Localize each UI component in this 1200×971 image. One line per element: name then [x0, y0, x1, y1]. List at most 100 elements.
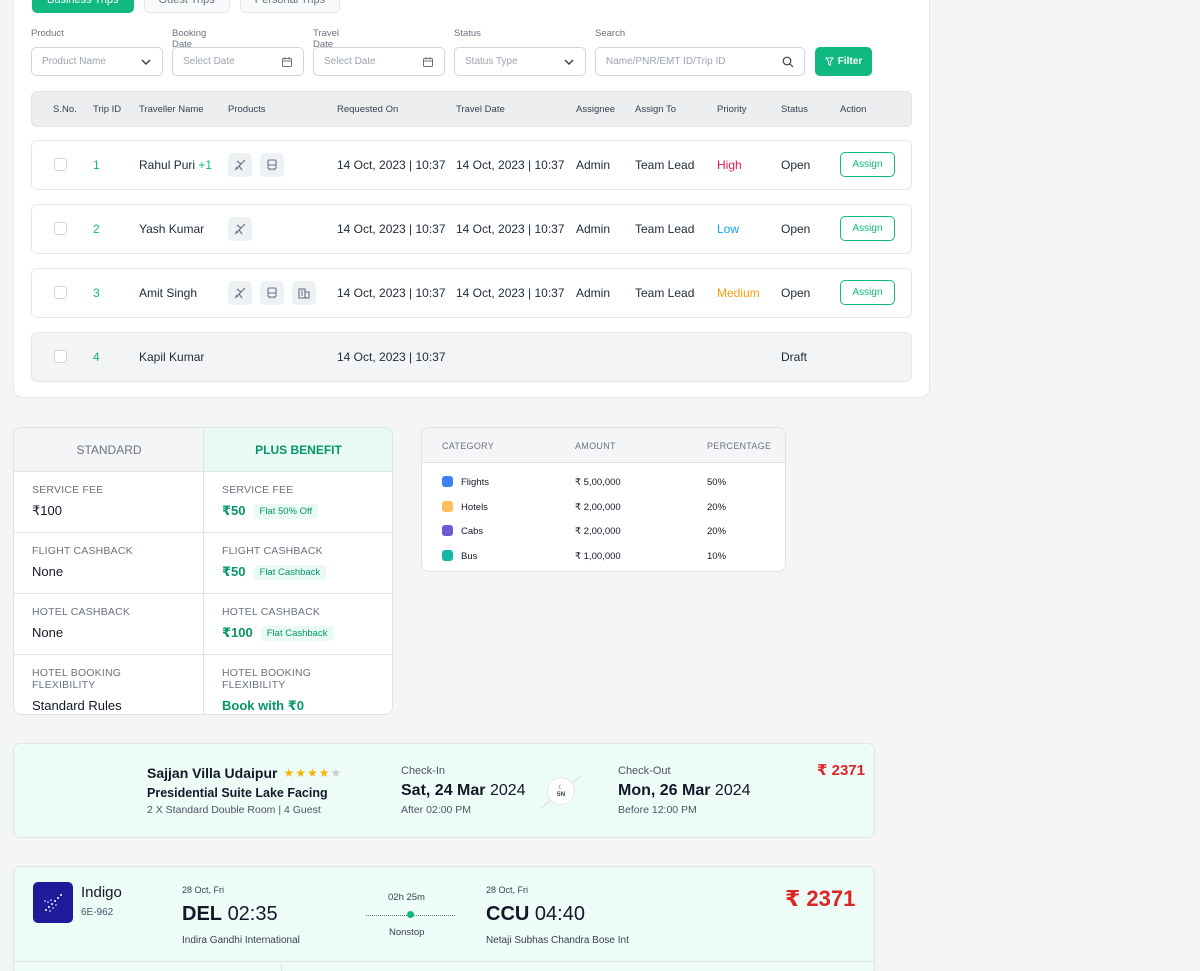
tab-business-trips[interactable]: Business Trips: [32, 0, 134, 13]
table-row: 2 Yash Kumar 14 Oct, 2023 | 10:37 14 Oct…: [31, 204, 912, 254]
checkin-label: Check-In: [401, 765, 446, 777]
traveller-name: Rahul Puri +1: [139, 158, 212, 172]
star-icon: ★: [283, 766, 296, 780]
table-row: 1 Rahul Puri +1 14 Oct, 2023 | 10:37 14 …: [31, 140, 912, 190]
flight-icon: [228, 281, 252, 305]
benefit-label: HOTEL BOOKING FLEXIBILITY: [222, 667, 312, 691]
arrival-time: 04:40: [534, 903, 585, 925]
col-trip-id: Trip ID: [93, 104, 122, 115]
bus-icon: [260, 281, 284, 305]
checkin-year: 2024: [489, 782, 526, 799]
category-name: Bus: [461, 550, 478, 562]
arrival-date: 28 Oct, Fri: [486, 885, 529, 895]
tab-personal-trips[interactable]: Personal Trips: [239, 0, 341, 13]
trip-id[interactable]: 3: [93, 286, 100, 300]
product-label: Product: [31, 28, 64, 39]
travel-date-value: Select Date: [324, 56, 376, 67]
star-icon: ★: [295, 766, 307, 780]
benefit-cell: HOTEL BOOKING FLEXIBILITY Book with ₹0: [204, 655, 392, 714]
checkin-day: Sat, 24 Mar: [401, 782, 486, 799]
tab-guest-trips[interactable]: Guest Trips: [143, 0, 230, 13]
assign-button[interactable]: Assign: [840, 216, 895, 241]
product-icons: [228, 153, 284, 177]
checkout-date: Mon, 26 Mar 2024: [618, 782, 751, 800]
arrival: CCU 04:40: [486, 903, 585, 926]
requested-on: 14 Oct, 2023 | 10:37: [337, 350, 446, 364]
category-percent: 20%: [707, 526, 727, 537]
assign-button[interactable]: Assign: [840, 152, 895, 177]
route-dot: [407, 911, 414, 918]
trip-id[interactable]: 4: [93, 350, 100, 364]
benefit-label: SERVICE FEE: [32, 484, 104, 496]
status-badge: Draft: [781, 350, 808, 364]
priority-badge: High: [717, 158, 742, 172]
benefit-tag: Flat Cashback: [253, 564, 327, 580]
requested-on: 14 Oct, 2023 | 10:37: [337, 222, 446, 236]
product-select-value: Product Name: [42, 56, 106, 67]
assignee: Admin: [576, 222, 611, 236]
plus-benefit-column: PLUS BENEFIT SERVICE FEE ₹50 Flat 50% Off…: [203, 428, 392, 714]
row-checkbox[interactable]: [54, 286, 67, 299]
status-select[interactable]: Status Type: [454, 47, 586, 76]
col-sno: S.No.: [53, 104, 77, 115]
benefit-cell: SERVICE FEE ₹100: [14, 472, 204, 533]
assign-button[interactable]: Assign: [840, 280, 895, 305]
filter-button[interactable]: Filter: [815, 47, 872, 76]
departure: DEL 02:35: [182, 903, 278, 926]
category-row: Bus ₹ 1,00,000 10%: [422, 543, 785, 568]
travel-date: 14 Oct, 2023 | 10:37: [456, 158, 565, 172]
hotel-price: ₹ 2371: [817, 762, 865, 779]
plus-benefit-header: PLUS BENEFIT: [204, 428, 392, 472]
trips-card: Business Trips Guest Trips Personal Trip…: [13, 0, 930, 398]
benefit-cell: HOTEL CASHBACK None: [14, 594, 204, 655]
search-input[interactable]: Name/PNR/EMT ID/Trip ID: [595, 47, 805, 76]
travel-date-picker[interactable]: Select Date: [313, 47, 445, 76]
col-action: Action: [840, 104, 867, 115]
row-checkbox[interactable]: [54, 222, 67, 235]
search-icon: [782, 56, 794, 67]
trip-id[interactable]: 2: [93, 222, 100, 236]
col-assignee: Assignee: [576, 104, 616, 115]
row-checkbox[interactable]: [54, 350, 67, 363]
color-swatch: [442, 525, 453, 536]
row-checkbox[interactable]: [54, 158, 67, 171]
category-row: Flights ₹ 5,00,000 50%: [422, 469, 785, 494]
benefit-cell: FLIGHT CASHBACK ₹50 Flat Cashback: [204, 533, 392, 594]
stops-info: Nonstop: [389, 927, 425, 938]
product-select[interactable]: Product Name: [31, 47, 163, 76]
status-badge: Open: [781, 158, 811, 172]
color-swatch: [442, 476, 453, 487]
travel-date: 14 Oct, 2023 | 10:37: [456, 286, 565, 300]
booking-date-value: Select Date: [183, 56, 235, 67]
flight-icon: [228, 153, 252, 177]
category-name: Flights: [461, 477, 489, 488]
priority-badge: Medium: [717, 286, 760, 300]
category-name: Hotels: [461, 501, 488, 513]
booking-date-picker[interactable]: Select Date: [172, 47, 304, 76]
extra-travellers-count: +1: [198, 158, 213, 172]
traveller-name: Yash Kumar: [139, 222, 205, 236]
benefit-value: Standard Rules: [32, 698, 122, 713]
benefit-comparison-table: STANDARD SERVICE FEE ₹100 FLIGHT CASHBAC…: [13, 427, 393, 715]
priority-badge: Low: [717, 222, 740, 236]
benefit-value: ₹100: [32, 503, 62, 518]
trip-type-tabs: Business Trips Guest Trips Personal Trip…: [32, 0, 341, 13]
flight-icon: [228, 217, 252, 241]
benefit-value: Book with ₹0: [222, 698, 304, 713]
benefit-value: ₹50 Flat Cashback: [222, 564, 375, 580]
star-icon: ★: [306, 766, 319, 780]
trip-id[interactable]: 1: [93, 158, 100, 172]
hotel-booking-card[interactable]: Sajjan Villa Udaipur ★★★★★ Presidential …: [13, 743, 875, 838]
category-amount: ₹ 5,00,000: [575, 477, 621, 488]
nights-count: 5N: [556, 790, 566, 798]
flight-booking-card[interactable]: Indigo 6E-962 28 Oct, Fri DEL 02:35 Indi…: [13, 866, 875, 971]
status-select-value: Status Type: [465, 56, 518, 67]
indigo-logo-icon: [44, 893, 62, 912]
travel-date: 14 Oct, 2023 | 10:37: [456, 222, 565, 236]
col-assign-to: Assign To: [635, 104, 677, 115]
checkout-label: Check-Out: [618, 765, 671, 777]
benefit-label: FLIGHT CASHBACK: [32, 545, 133, 557]
filter-button-label: Filter: [837, 56, 863, 67]
category-amount: ₹ 1,00,000: [575, 550, 621, 562]
traveller-name: Amit Singh: [139, 286, 198, 300]
